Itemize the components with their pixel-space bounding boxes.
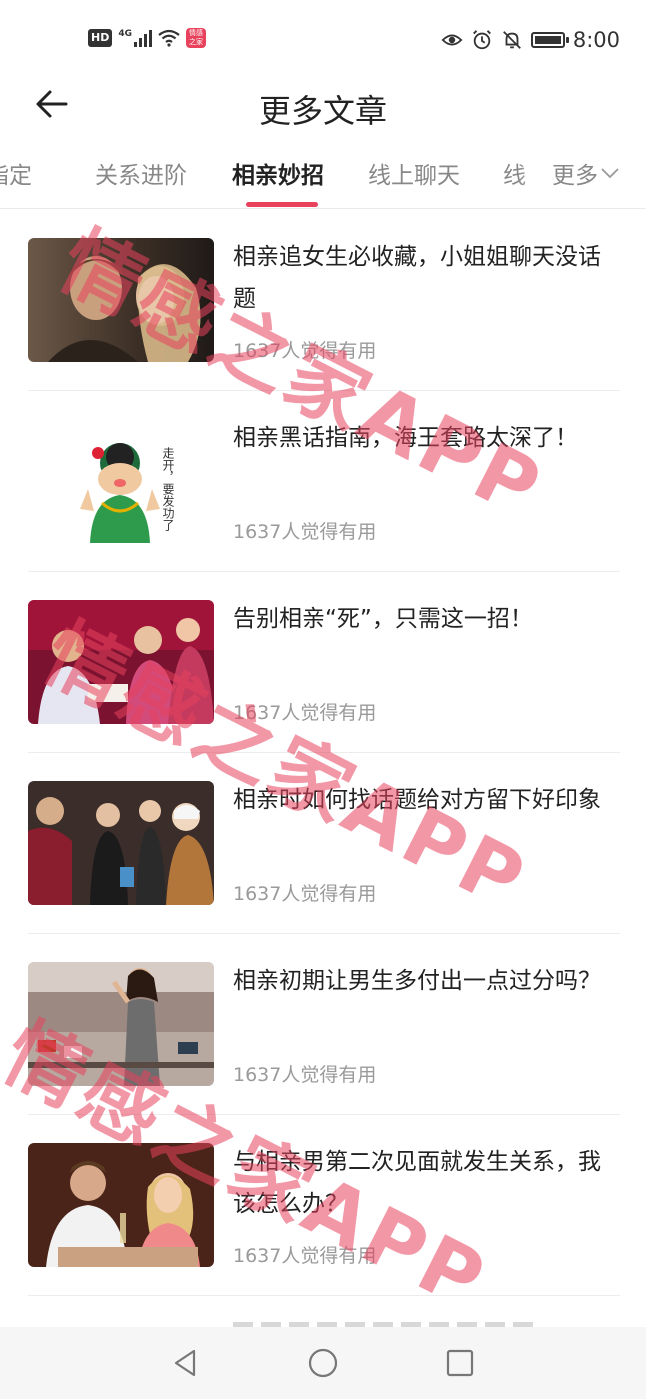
article-item[interactable]: 走开，要发功了 相亲黑话指南，海王套路太深了！ 1637人觉得有用	[28, 391, 620, 572]
article-thumbnail	[28, 238, 214, 362]
more-label: 更多	[552, 163, 598, 189]
article-thumbnail: 走开，要发功了	[28, 419, 214, 543]
article-useful-count: 1637人觉得有用	[233, 340, 377, 362]
network-type: 4G	[118, 29, 132, 39]
chevron-down-icon	[601, 168, 619, 179]
tab-designated[interactable]: 指定	[0, 156, 32, 190]
system-nav-bar	[0, 1327, 646, 1399]
article-useful-count: 1637人觉得有用	[233, 1245, 377, 1267]
header: 更多文章	[0, 82, 646, 142]
article-useful-count: 1637人觉得有用	[233, 1064, 377, 1086]
status-right: 8:00	[441, 28, 620, 52]
page-title: 更多文章	[258, 92, 387, 130]
article-item[interactable]: 相亲追女生必收藏，小姐姐聊天没话题 1637人觉得有用	[28, 210, 620, 391]
signal-icon	[134, 29, 152, 47]
tab-dating-tips[interactable]: 相亲妙招	[232, 156, 324, 190]
hd-indicator: HD	[88, 29, 113, 47]
article-title: 相亲黑话指南，海王套路太深了！	[233, 425, 578, 451]
app-notification-icon: 情感之家	[186, 28, 206, 48]
nav-home-icon[interactable]	[307, 1347, 339, 1379]
article-item[interactable]: 相亲初期让男生多付出一点过分吗？ 1637人觉得有用	[28, 934, 620, 1115]
article-list: 相亲追女生必收藏，小姐姐聊天没话题 1637人觉得有用 走开，要发功了 相亲黑话…	[28, 210, 620, 1296]
article-title: 相亲初期让男生多付出一点过分吗？	[233, 968, 601, 994]
article-title: 相亲时如何找话题给对方留下好印象	[233, 787, 601, 813]
sticker-caption: 走开，要发功了	[161, 447, 175, 531]
clock: 8:00	[572, 28, 620, 52]
article-title: 相亲追女生必收藏，小姐姐聊天没话题	[233, 244, 601, 312]
status-bar: HD 4G 情感之家 8:00	[0, 0, 646, 82]
article-item[interactable]: 相亲时如何找话题给对方留下好印象 1637人觉得有用	[28, 753, 620, 934]
partial-next-item	[28, 1300, 620, 1330]
article-thumbnail	[28, 962, 214, 1086]
more-categories-button[interactable]: 更多	[552, 156, 620, 190]
article-useful-count: 1637人觉得有用	[233, 521, 377, 543]
alarm-icon	[472, 30, 491, 50]
active-tab-indicator	[246, 202, 318, 207]
article-thumbnail	[28, 1143, 214, 1267]
article-useful-count: 1637人觉得有用	[233, 883, 377, 905]
battery-icon	[530, 32, 569, 48]
nav-back-icon[interactable]	[170, 1347, 202, 1379]
tab-online-chat[interactable]: 线上聊天	[368, 156, 460, 190]
eye-icon	[441, 34, 463, 46]
nav-recents-icon[interactable]	[444, 1347, 476, 1379]
wifi-icon	[158, 29, 180, 47]
mute-bell-icon	[502, 31, 521, 49]
status-left: HD 4G 情感之家	[88, 28, 206, 48]
article-thumbnail	[28, 600, 214, 724]
article-item[interactable]: 告别相亲“死”，只需这一招！ 1637人觉得有用	[28, 572, 620, 753]
article-thumbnail	[28, 781, 214, 905]
article-title: 告别相亲“死”，只需这一招！	[233, 606, 533, 632]
article-title: 与相亲男第二次见面就发生关系，我该怎么办？	[233, 1149, 601, 1217]
article-useful-count: 1637人觉得有用	[233, 702, 377, 724]
category-tabs: 指定 关系进阶 相亲妙招 线上聊天 线 更多	[0, 150, 646, 209]
tab-relationship[interactable]: 关系进阶	[95, 156, 187, 190]
article-item[interactable]: 与相亲男第二次见面就发生关系，我该怎么办？ 1637人觉得有用	[28, 1115, 620, 1296]
